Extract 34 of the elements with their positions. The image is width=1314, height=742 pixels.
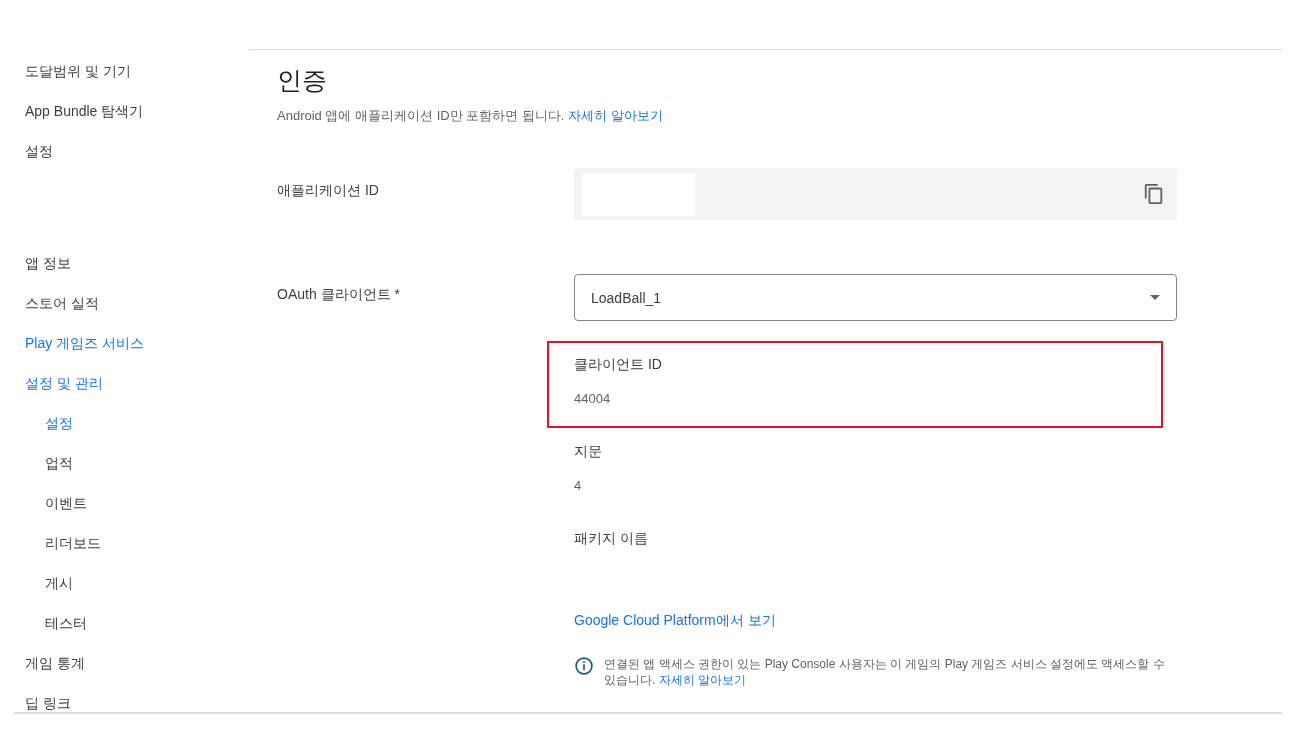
sidebar-item[interactable]: 스토어 실적: [14, 283, 222, 323]
detail-value: 44004: [574, 391, 612, 406]
sidebar-item[interactable]: 이벤트: [14, 483, 222, 523]
detail-label: 패키지 이름: [574, 530, 649, 548]
detail-value: 4: [574, 478, 583, 493]
required-mark: *: [394, 286, 400, 302]
sidebar-item[interactable]: App Bundle 탐색기: [14, 91, 222, 131]
sidebar-item[interactable]: 업적: [14, 443, 222, 483]
field-label: OAuth 클라이언트 *: [277, 285, 401, 304]
sidebar-item[interactable]: 설정: [14, 403, 222, 443]
learn-more-link[interactable]: 자세히 알아보기: [658, 673, 747, 687]
sidebar-item[interactable]: 설정 및 관리: [14, 363, 222, 403]
info-icon: [574, 656, 594, 676]
application-id-field[interactable]: [574, 168, 1177, 220]
sidebar-item[interactable]: 도달범위 및 기기: [14, 51, 222, 91]
dropdown-caret-icon: [1150, 295, 1160, 300]
notice-text: 연결된 앱 액세스 권한이 있는 Play Console 사용자는 이 게임의 Play 게임즈 서비스 설정에도 액세스할 수 있습니다. 자세히 알아보기: [604, 656, 1166, 688]
learn-more-link[interactable]: 자세히 알아보기: [568, 108, 663, 123]
field-label: 애플리케이션 ID: [277, 181, 380, 200]
sidebar-item[interactable]: 딥 링크: [14, 683, 222, 712]
cloud-platform-link[interactable]: Google Cloud Platform에서 보기: [574, 612, 776, 630]
sidebar-item[interactable]: 게시: [14, 563, 222, 603]
copy-icon: [1143, 183, 1165, 205]
sidebar-item[interactable]: 앱 정보: [14, 243, 222, 283]
section-title: 인증: [277, 65, 328, 96]
oauth-client-dropdown[interactable]: LoadBall_1: [574, 274, 1177, 321]
sidebar-item[interactable]: Play 게임즈 서비스: [14, 323, 222, 363]
detail-label: 지문: [574, 443, 603, 461]
sidebar-item[interactable]: 리더보드: [14, 523, 222, 563]
sidebar-item[interactable]: 설정: [14, 131, 222, 171]
sidebar-item[interactable]: 테스터: [14, 603, 222, 643]
sidebar-item[interactable]: 게임 통계: [14, 643, 222, 683]
section-description: Android 앱에 애플리케이션 ID만 포함하면 됩니다. 자세히 알아보기: [277, 107, 664, 125]
detail-label: 클라이언트 ID: [574, 356, 663, 374]
